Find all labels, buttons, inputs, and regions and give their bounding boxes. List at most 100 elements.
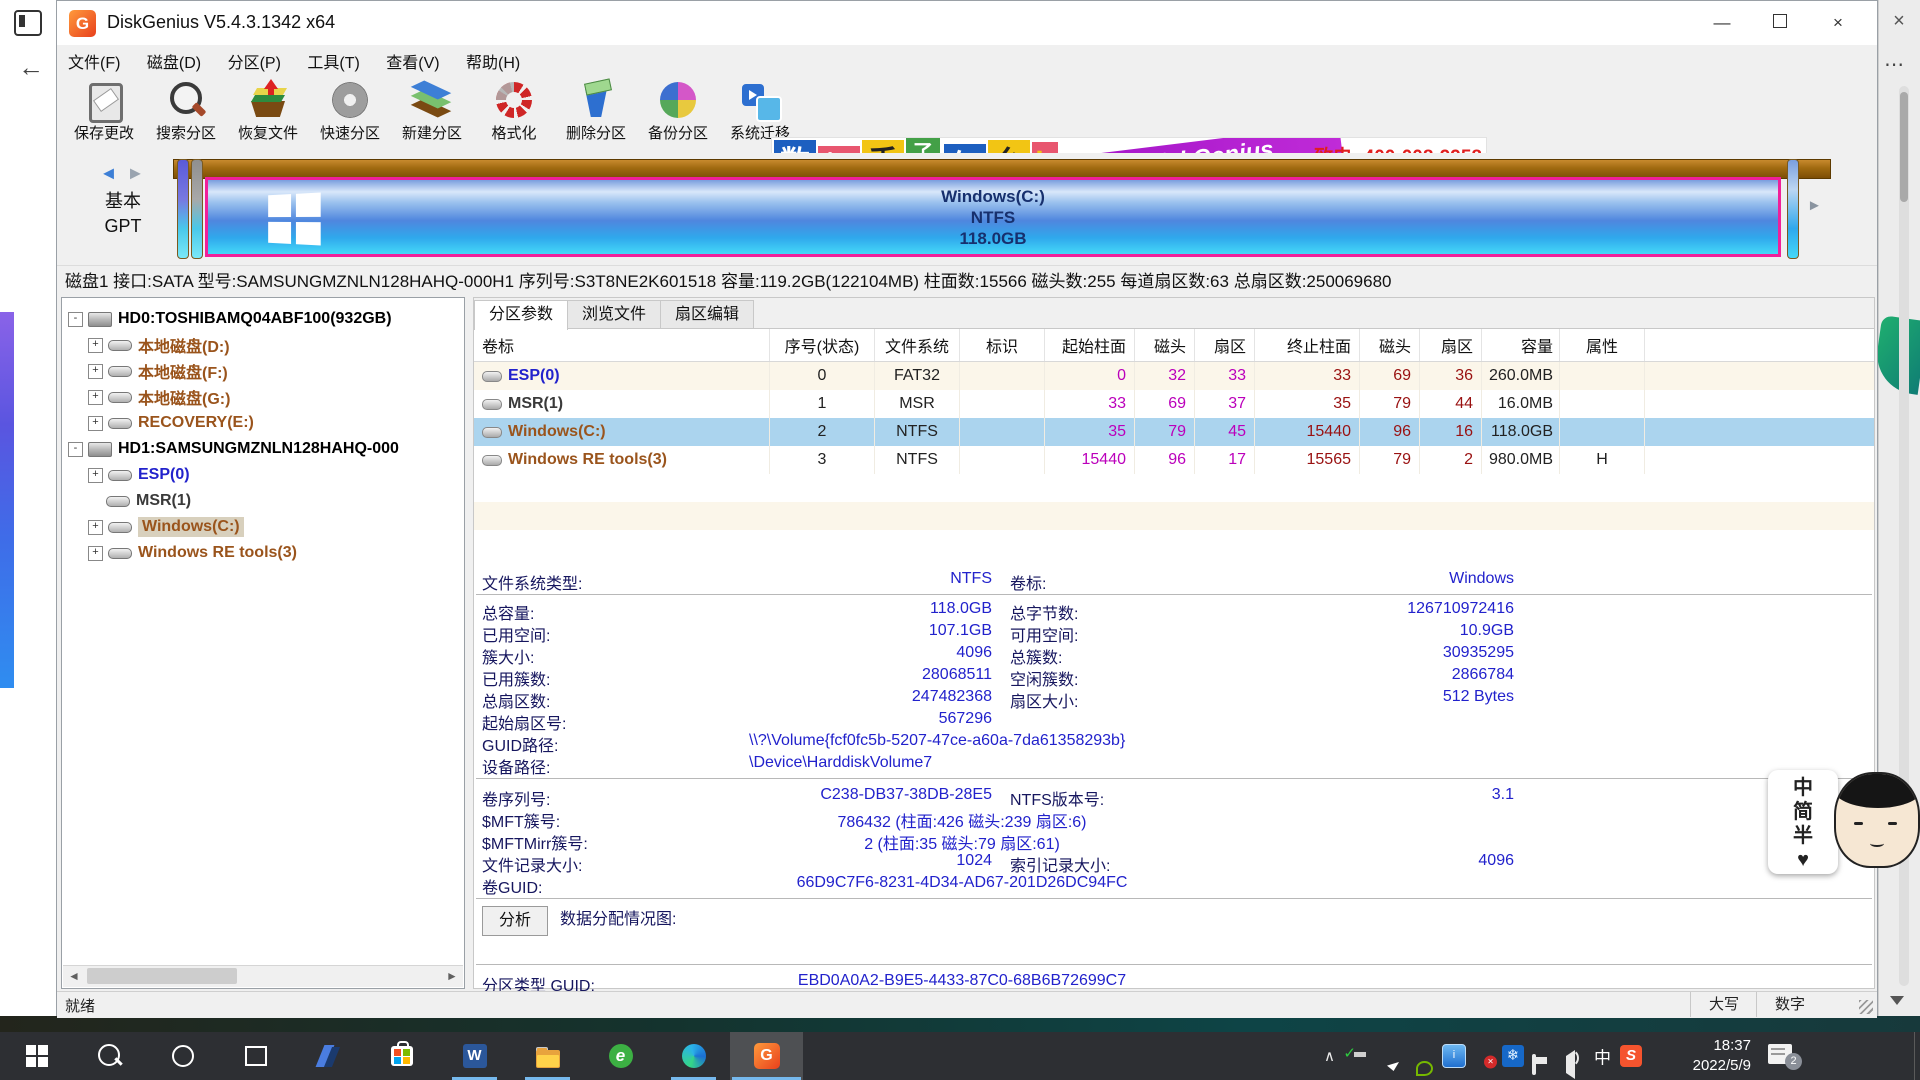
partition-bar-re-tools[interactable]	[1787, 159, 1799, 259]
save-changes-button[interactable]: 保存更改	[63, 77, 145, 151]
tray-power[interactable]	[1530, 1032, 1560, 1080]
tray-nvidia[interactable]	[1410, 1032, 1440, 1080]
maximize-button[interactable]	[1751, 1, 1809, 45]
ime-mode-chinese[interactable]: 中	[1768, 776, 1838, 800]
tray-intel-graphics[interactable]: i	[1440, 1032, 1470, 1080]
tree-item-local-d[interactable]: + 本地磁盘(D:)	[62, 332, 465, 358]
expand-toggle[interactable]: +	[88, 416, 103, 431]
cortana-button[interactable]	[146, 1032, 219, 1080]
recover-files-button[interactable]: 恢复文件	[227, 77, 309, 151]
expand-toggle[interactable]: -	[68, 312, 83, 327]
ime-mode-simplified[interactable]: 简	[1768, 800, 1838, 824]
expand-toggle[interactable]: +	[88, 546, 103, 561]
ime-status-widget[interactable]: 中 简 半 ♥	[1768, 770, 1838, 874]
diskgenius-taskbar-button[interactable]: G	[730, 1032, 803, 1080]
heart-icon[interactable]: ♥	[1768, 848, 1838, 872]
more-options-icon[interactable]: ⋯	[1884, 52, 1904, 77]
partition-bar-esp[interactable]	[177, 159, 189, 259]
search-partition-button[interactable]: 搜索分区	[145, 77, 227, 151]
back-arrow-icon[interactable]: ←	[18, 52, 44, 83]
ime-mascot-avatar[interactable]	[1834, 772, 1920, 868]
disk-tree-panel: - HD0:TOSHIBAMQ04ABF100(932GB) + 本地磁盘(D:…	[61, 297, 465, 989]
numlock-indicator: 数字	[1756, 992, 1823, 1017]
scroll-right-icon[interactable]: ►	[1807, 197, 1822, 214]
tree-item-esp[interactable]: + ESP(0)	[62, 462, 465, 488]
tree-item-local-f[interactable]: + 本地磁盘(F:)	[62, 358, 465, 384]
expand-toggle[interactable]: +	[88, 390, 103, 405]
word-button[interactable]: W	[438, 1032, 511, 1080]
new-partition-button[interactable]: 新建分区	[391, 77, 473, 151]
partition-bar-windows-c[interactable]: Windows(C:) NTFS 118.0GB	[205, 177, 1781, 257]
next-disk-icon[interactable]: ►	[127, 163, 147, 183]
tree-item-hd0[interactable]: - HD0:TOSHIBAMQ04ABF100(932GB)	[62, 306, 465, 332]
pinned-app-flash[interactable]	[292, 1032, 365, 1080]
tray-messenger[interactable]	[1380, 1032, 1410, 1080]
panel-splitter[interactable]	[465, 297, 473, 989]
minimize-button[interactable]: —	[1693, 1, 1751, 45]
notification-center-button[interactable]: 2	[1768, 1044, 1792, 1064]
tree-item-windows-c[interactable]: + Windows(C:)	[62, 514, 465, 540]
tab-list-icon[interactable]	[14, 10, 42, 36]
format-icon	[493, 79, 535, 121]
tree-item-label: 本地磁盘(F:)	[138, 359, 228, 383]
tray-defender[interactable]: ×	[1470, 1032, 1500, 1080]
tray-volume[interactable]	[1562, 1032, 1590, 1080]
menu-view[interactable]: 查看(V)	[375, 45, 450, 77]
show-desktop-sliver[interactable]	[1914, 1032, 1915, 1080]
expand-toggle[interactable]: +	[88, 364, 103, 379]
disk-free-bar[interactable]	[173, 159, 1831, 179]
tree-item-windows-re[interactable]: + Windows RE tools(3)	[62, 540, 465, 566]
microsoft-store-button[interactable]	[365, 1032, 438, 1080]
expand-toggle[interactable]: +	[88, 338, 103, 353]
tree-horizontal-scrollbar[interactable]: ◄ ►	[63, 965, 463, 987]
background-close-icon[interactable]: ×	[1886, 8, 1912, 34]
scrollbar-thumb[interactable]	[87, 968, 237, 984]
menu-tools[interactable]: 工具(T)	[296, 45, 370, 77]
analyze-button[interactable]: 分析	[482, 906, 548, 936]
tray-snowflake-app[interactable]: ❄	[1500, 1032, 1530, 1080]
delete-partition-button[interactable]: 删除分区	[555, 77, 637, 151]
dropdown-caret-icon[interactable]	[1890, 996, 1904, 1005]
tray-sogou[interactable]: S	[1618, 1032, 1648, 1080]
expand-toggle[interactable]: -	[68, 442, 83, 457]
partition-bar-msr[interactable]	[191, 159, 203, 259]
quick-partition-icon	[329, 79, 371, 121]
expand-toggle[interactable]: +	[88, 520, 103, 535]
menu-partition[interactable]: 分区(P)	[217, 45, 292, 77]
menu-file[interactable]: 文件(F)	[57, 45, 131, 77]
scroll-right-icon[interactable]: ►	[441, 966, 463, 986]
taskbar-search-button[interactable]	[73, 1032, 146, 1080]
tray-ime-mode[interactable]: 中	[1590, 1032, 1616, 1080]
taskbar-clock[interactable]: 18:37 2022/5/9	[1655, 1036, 1751, 1076]
new-partition-icon	[411, 79, 453, 121]
resize-grip[interactable]	[1859, 1000, 1873, 1014]
allocation-map-label: 数据分配情况图:	[560, 906, 676, 934]
tree-item-msr[interactable]: MSR(1)	[62, 488, 465, 514]
file-explorer-button[interactable]	[511, 1032, 584, 1080]
sogou-icon: S	[1620, 1045, 1642, 1067]
tree-item-hd1[interactable]: - HD1:SAMSUNGMZNLN128HAHQ-000	[62, 436, 465, 462]
start-button[interactable]	[0, 1032, 73, 1080]
close-button[interactable]: ×	[1809, 1, 1867, 45]
task-view-button[interactable]	[219, 1032, 292, 1080]
background-scrollbar-thumb[interactable]	[1900, 92, 1908, 202]
menu-disk[interactable]: 磁盘(D)	[136, 45, 212, 77]
tray-expand-button[interactable]: ∧	[1318, 1032, 1346, 1080]
menu-help[interactable]: 帮助(H)	[455, 45, 531, 77]
ime-mode-halfwidth[interactable]: 半	[1768, 824, 1838, 848]
expand-toggle[interactable]: +	[88, 468, 103, 483]
format-button[interactable]: 格式化	[473, 77, 555, 151]
quick-partition-button[interactable]: 快速分区	[309, 77, 391, 151]
tree-item-local-g[interactable]: + 本地磁盘(G:)	[62, 384, 465, 410]
edge-button[interactable]	[657, 1032, 730, 1080]
device-path-value: \Device\HarddiskVolume7	[749, 754, 932, 772]
prev-disk-icon[interactable]: ◄	[100, 163, 120, 183]
tray-printer[interactable]: ✓	[1348, 1032, 1378, 1080]
browser-360-button[interactable]: e	[584, 1032, 657, 1080]
toolbar-label: 搜索分区	[145, 122, 227, 143]
backup-partition-button[interactable]: 备份分区	[637, 77, 719, 151]
scroll-left-icon[interactable]: ◄	[63, 966, 85, 986]
partition-icon	[108, 548, 132, 559]
detail-value: Windows	[1174, 570, 1514, 588]
tree-item-recovery-e[interactable]: + RECOVERY(E:)	[62, 410, 465, 436]
